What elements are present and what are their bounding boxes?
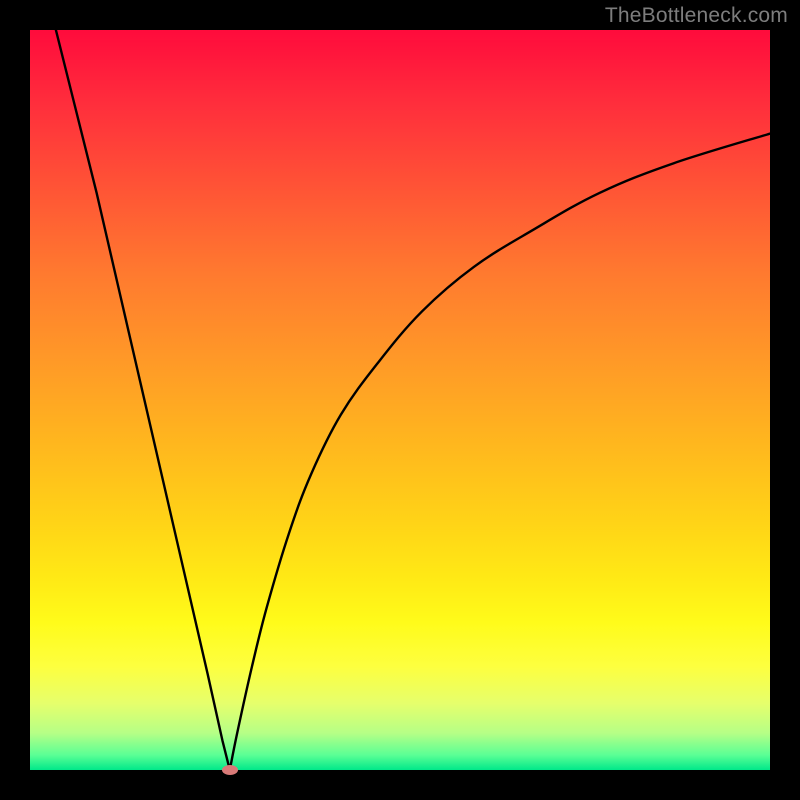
chart-frame: TheBottleneck.com <box>0 0 800 800</box>
watermark-text: TheBottleneck.com <box>605 4 788 28</box>
bottleneck-curve <box>30 30 770 770</box>
minimum-marker <box>222 765 238 775</box>
curve-path <box>56 30 770 770</box>
plot-area <box>30 30 770 770</box>
